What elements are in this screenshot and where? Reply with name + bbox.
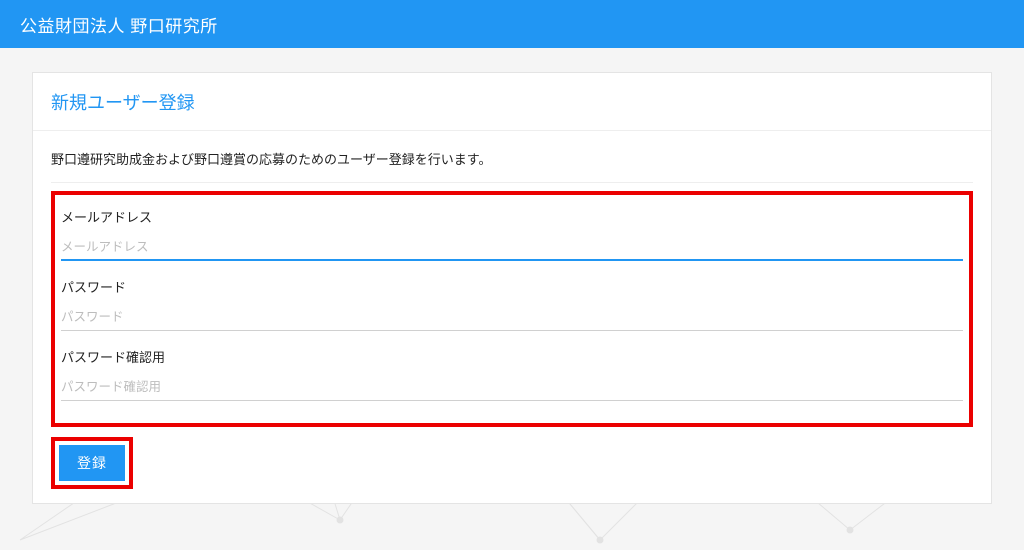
registration-card: 新規ユーザー登録 野口遵研究助成金および野口遵賞の応募のためのユーザー登録を行い… xyxy=(32,72,992,504)
card-title: 新規ユーザー登録 xyxy=(51,89,973,115)
intro-text: 野口遵研究助成金および野口遵賞の応募のためのユーザー登録を行います。 xyxy=(51,149,973,183)
password-input[interactable] xyxy=(61,306,963,331)
email-label: メールアドレス xyxy=(61,207,963,226)
app-header: 公益財団法人 野口研究所 xyxy=(0,0,1024,48)
password-label: パスワード xyxy=(61,277,963,296)
submit-highlight: 登録 xyxy=(51,437,133,489)
card-body: 野口遵研究助成金および野口遵賞の応募のためのユーザー登録を行います。 メールアド… xyxy=(33,131,991,503)
password-confirm-label: パスワード確認用 xyxy=(61,347,963,366)
field-password-confirm: パスワード確認用 xyxy=(61,347,963,401)
form-fields-highlight: メールアドレス パスワード パスワード確認用 xyxy=(51,191,973,427)
email-input[interactable] xyxy=(61,236,963,261)
field-password: パスワード xyxy=(61,277,963,331)
password-confirm-input[interactable] xyxy=(61,376,963,401)
submit-button[interactable]: 登録 xyxy=(59,445,125,481)
app-title: 公益財団法人 野口研究所 xyxy=(20,12,218,37)
card-header: 新規ユーザー登録 xyxy=(33,73,991,131)
field-email: メールアドレス xyxy=(61,207,963,261)
